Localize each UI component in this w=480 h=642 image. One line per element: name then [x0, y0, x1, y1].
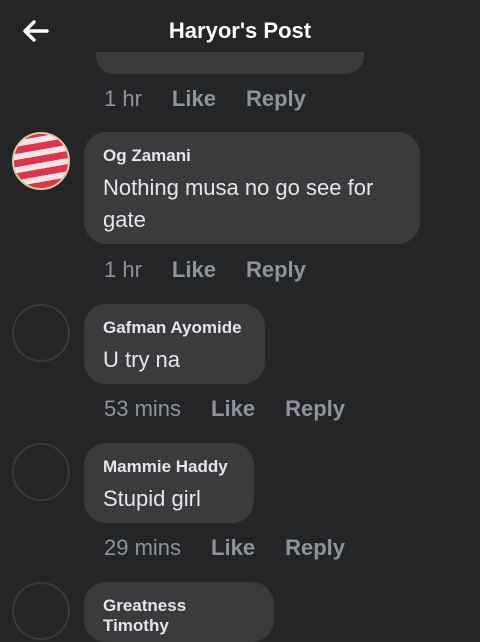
reply-button[interactable]: Reply: [285, 535, 345, 561]
comment-actions: 1 hr Like Reply: [104, 257, 336, 283]
avatar[interactable]: [12, 304, 70, 362]
page-title: Haryor's Post: [168, 18, 312, 43]
comment-author[interactable]: Greatness Timothy: [103, 596, 254, 636]
comment-author[interactable]: Mammie Haddy: [103, 457, 234, 477]
comment-text: Stupid girl: [103, 486, 201, 511]
comment-actions: 29 mins Like Reply: [104, 535, 375, 561]
like-button[interactable]: Like: [172, 86, 216, 112]
comment-text: Nothing musa no go see for gate: [103, 175, 374, 232]
comment-time: 1 hr: [104, 257, 142, 282]
comment-time: 29 mins: [104, 535, 182, 560]
comment-time: 1 hr: [104, 86, 142, 111]
comment-author[interactable]: Gafman Ayomide: [103, 318, 245, 338]
comment-bubble[interactable]: Mammie Haddy Stupid girl: [84, 443, 254, 523]
avatar[interactable]: [12, 132, 70, 190]
comment-actions: 1 hr Like Reply: [104, 86, 336, 112]
reply-button[interactable]: Reply: [246, 86, 306, 112]
comment-bubble[interactable]: Greatness Timothy: [84, 582, 274, 642]
like-button[interactable]: Like: [211, 396, 255, 422]
comment-time: 53 mins: [104, 396, 182, 421]
previous-comment-bubble: [96, 52, 364, 74]
like-button[interactable]: Like: [211, 535, 255, 561]
avatar[interactable]: [12, 582, 70, 640]
comment-text: U try na: [103, 347, 181, 372]
avatar[interactable]: [12, 443, 70, 501]
comment-author[interactable]: Og Zamani: [103, 146, 400, 166]
reply-button[interactable]: Reply: [285, 396, 345, 422]
comment-actions: 53 mins Like Reply: [104, 396, 375, 422]
comment-bubble[interactable]: Gafman Ayomide U try na: [84, 304, 265, 384]
comment-bubble[interactable]: Og Zamani Nothing musa no go see for gat…: [84, 132, 420, 244]
reply-button[interactable]: Reply: [246, 257, 306, 283]
like-button[interactable]: Like: [172, 257, 216, 283]
